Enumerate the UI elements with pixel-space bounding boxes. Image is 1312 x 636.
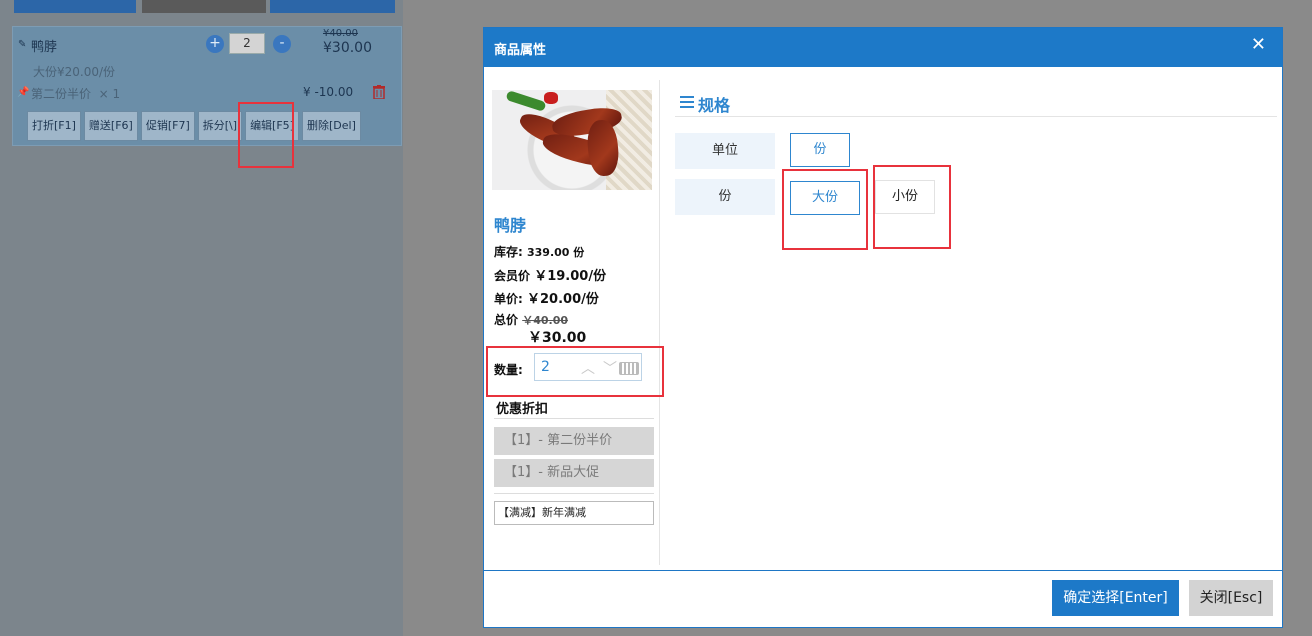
dialog-header: 商品属性 ✕ (484, 28, 1282, 67)
pin-icon: 📌 (17, 87, 30, 98)
order-promotion: 第二份半价 × 1 (31, 85, 120, 102)
order-price: ¥30.00 (323, 40, 372, 56)
order-item-name: 鸭脖 (31, 40, 58, 55)
divider (675, 116, 1277, 117)
product-name: 鸭脖 (494, 216, 527, 235)
member-price-label: 会员价 (494, 269, 531, 283)
pencil-icon: ✎ (18, 39, 27, 50)
spec-option-portion[interactable]: 份 (790, 133, 850, 167)
discount-button[interactable]: 打折[F1] (27, 111, 81, 141)
stock-label: 库存: (494, 245, 523, 259)
trash-icon[interactable] (373, 85, 385, 99)
small-option-highlight (873, 165, 951, 249)
confirm-button[interactable]: 确定选择[Enter] (1052, 580, 1179, 616)
product-image (492, 90, 652, 190)
order-actions: 打折[F1] 赠送[F6] 促销[F7] 拆分[\] 编辑[F5] 删除[Del… (27, 111, 361, 141)
promotion-name: 第二份半价 (31, 87, 92, 101)
decrease-quantity-button[interactable]: - (273, 35, 291, 53)
divider (494, 418, 654, 419)
stock-value: 339.00 份 (527, 246, 585, 259)
spec-label-portion: 份 (675, 179, 775, 215)
unit-price-row: 单价: ￥20.00/份 (494, 288, 599, 307)
member-price-row: 会员价 ￥19.00/份 (494, 265, 606, 284)
close-icon[interactable]: ✕ (1251, 36, 1266, 54)
divider (494, 493, 654, 494)
total-original-price: ￥40.00 (522, 314, 568, 327)
order-quantity-field[interactable]: 2 (229, 33, 265, 54)
order-variant: 大份¥20.00/份 (33, 65, 116, 79)
unit-price-label: 单价: (494, 292, 523, 306)
quantity-highlight (486, 346, 664, 397)
top-tab-2[interactable] (142, 0, 266, 13)
spec-label-unit: 单位 (675, 133, 775, 169)
delete-button[interactable]: 删除[Del] (301, 111, 361, 141)
edit-button-highlight (238, 102, 294, 168)
dialog-title: 商品属性 (494, 43, 547, 58)
order-discount: ¥ -10.00 (303, 85, 354, 99)
product-attributes-dialog: 商品属性 ✕ 鸭脖 库存: 339.00 份 会员价 ￥19.00/份 单价: … (483, 27, 1283, 628)
footer-divider (484, 570, 1282, 571)
spec-title: 规格 (680, 92, 730, 116)
promotion-button[interactable]: 促销[F7] (140, 111, 195, 141)
promotions-title: 优惠折扣 (496, 402, 549, 417)
large-option-highlight (782, 169, 868, 250)
increase-quantity-button[interactable]: + (206, 35, 224, 53)
split-button[interactable]: 拆分[\] (197, 111, 243, 141)
spec-title-text: 规格 (698, 96, 731, 115)
promotion-count: × 1 (98, 87, 121, 101)
top-tab-3[interactable] (270, 0, 395, 13)
order-original-price: ¥40.00 (323, 28, 358, 39)
chili-shape (544, 92, 558, 104)
total-price-value: ￥30.00 (528, 330, 587, 346)
gift-button[interactable]: 赠送[F6] (83, 111, 138, 141)
close-button[interactable]: 关闭[Esc] (1189, 580, 1273, 616)
unit-price-value: ￥20.00/份 (527, 292, 599, 307)
member-price-value: ￥19.00/份 (534, 269, 607, 284)
promotion-second-half-price[interactable]: 【1】- 第二份半价 (494, 427, 654, 455)
full-reduction-promotion[interactable]: 【满减】新年满减 (494, 501, 654, 525)
total-price-row: 总价 ￥40.00 (494, 311, 568, 328)
top-tab-1[interactable] (14, 0, 136, 13)
vertical-divider (659, 80, 660, 565)
leaf-shape (505, 90, 547, 112)
total-price-label: 总价 (494, 313, 519, 327)
promotion-new-product[interactable]: 【1】- 新品大促 (494, 459, 654, 487)
order-item-card[interactable]: ✎ 鸭脖 + 2 - ¥40.00 ¥30.00 大份¥20.00/份 📌 第二… (12, 26, 402, 146)
stock-row: 库存: 339.00 份 (494, 243, 584, 260)
